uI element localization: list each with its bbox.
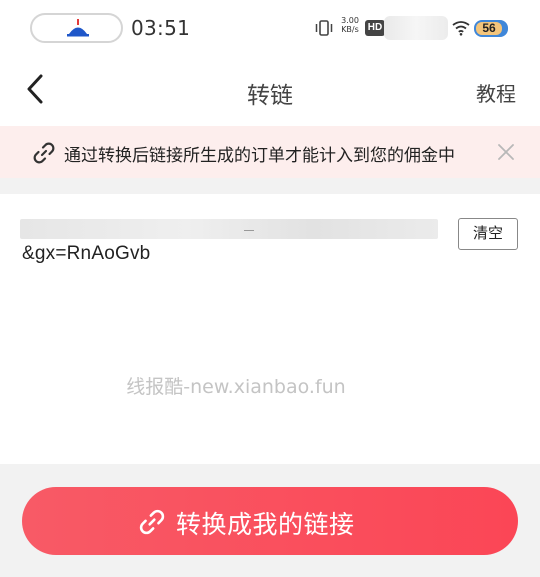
watermark: 线报酷-new.xianbao.fun [0, 372, 470, 399]
notice-text: 通过转换后链接所生成的订单才能计入到您的佣金中 [64, 146, 455, 166]
speed-value: 3.00 [341, 16, 359, 25]
watermark-text: 线报酷-new.xianbao.fun [126, 376, 346, 398]
link-underscore [244, 230, 254, 231]
signal-icon [384, 16, 448, 40]
network-speed: 3.00 KB/s [338, 16, 362, 34]
link-icon [139, 509, 165, 535]
page-title: 转链 [247, 83, 293, 109]
close-icon[interactable] [494, 140, 518, 164]
tutorial-link[interactable]: 教程 [476, 78, 516, 107]
convert-button-label: 转换成我的链接 [176, 510, 355, 539]
redacted-link-text [20, 219, 438, 239]
clock: 03:51 [131, 16, 191, 40]
clear-button[interactable]: 清空 [458, 218, 518, 250]
status-bar: 03:51 3.00 KB/s HD 56 [0, 0, 540, 56]
battery-icon: 56 [474, 20, 508, 37]
battery-level: 56 [482, 21, 496, 35]
convert-button[interactable]: 转换成我的链接 [22, 487, 518, 555]
speed-unit: KB/s [341, 25, 359, 34]
link-icon [33, 142, 55, 164]
bell-icon [67, 19, 89, 37]
vibrate-icon [315, 20, 333, 36]
link-text: &gx=RnAoGvb [22, 243, 151, 264]
nav-bar: 转链 教程 [0, 56, 540, 126]
link-input-area[interactable]: &gx=RnAoGvb 清空 线报酷-new.xianbao.fun [0, 194, 540, 464]
notification-pill[interactable] [30, 13, 123, 43]
wifi-icon [452, 21, 470, 36]
hd-badge: HD [365, 20, 385, 36]
notice-banner: 通过转换后链接所生成的订单才能计入到您的佣金中 [0, 126, 540, 178]
